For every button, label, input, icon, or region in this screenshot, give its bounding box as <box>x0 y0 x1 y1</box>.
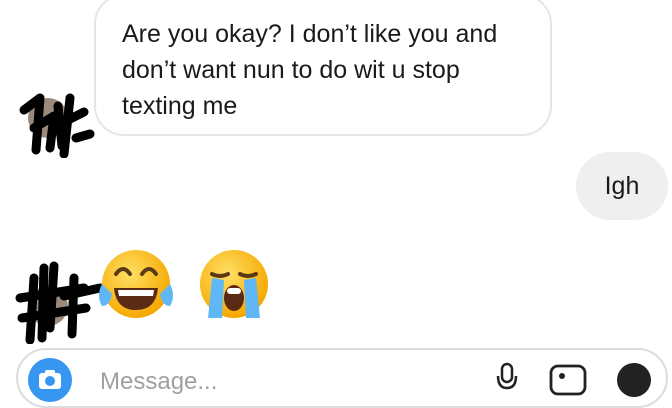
emoji-message[interactable] <box>96 244 274 324</box>
sticker-icon[interactable] <box>614 360 654 400</box>
incoming-message-bubble[interactable]: Are you okay? I don’t like you and don’t… <box>94 0 552 136</box>
message-composer <box>16 348 668 408</box>
microphone-icon[interactable] <box>494 362 520 396</box>
camera-button[interactable] <box>28 358 72 402</box>
loudly-crying-face-icon <box>200 250 268 318</box>
camera-icon <box>39 370 61 389</box>
outgoing-message-bubble[interactable]: Igh <box>576 152 668 220</box>
image-icon[interactable] <box>548 362 588 398</box>
message-input[interactable] <box>98 366 462 398</box>
sender-avatar[interactable] <box>28 286 68 326</box>
face-with-tears-of-joy-icon <box>99 250 173 318</box>
message-text: Are you okay? I don’t like you and don’t… <box>122 20 498 120</box>
sender-avatar[interactable] <box>28 98 68 138</box>
message-text: Igh <box>604 172 640 200</box>
